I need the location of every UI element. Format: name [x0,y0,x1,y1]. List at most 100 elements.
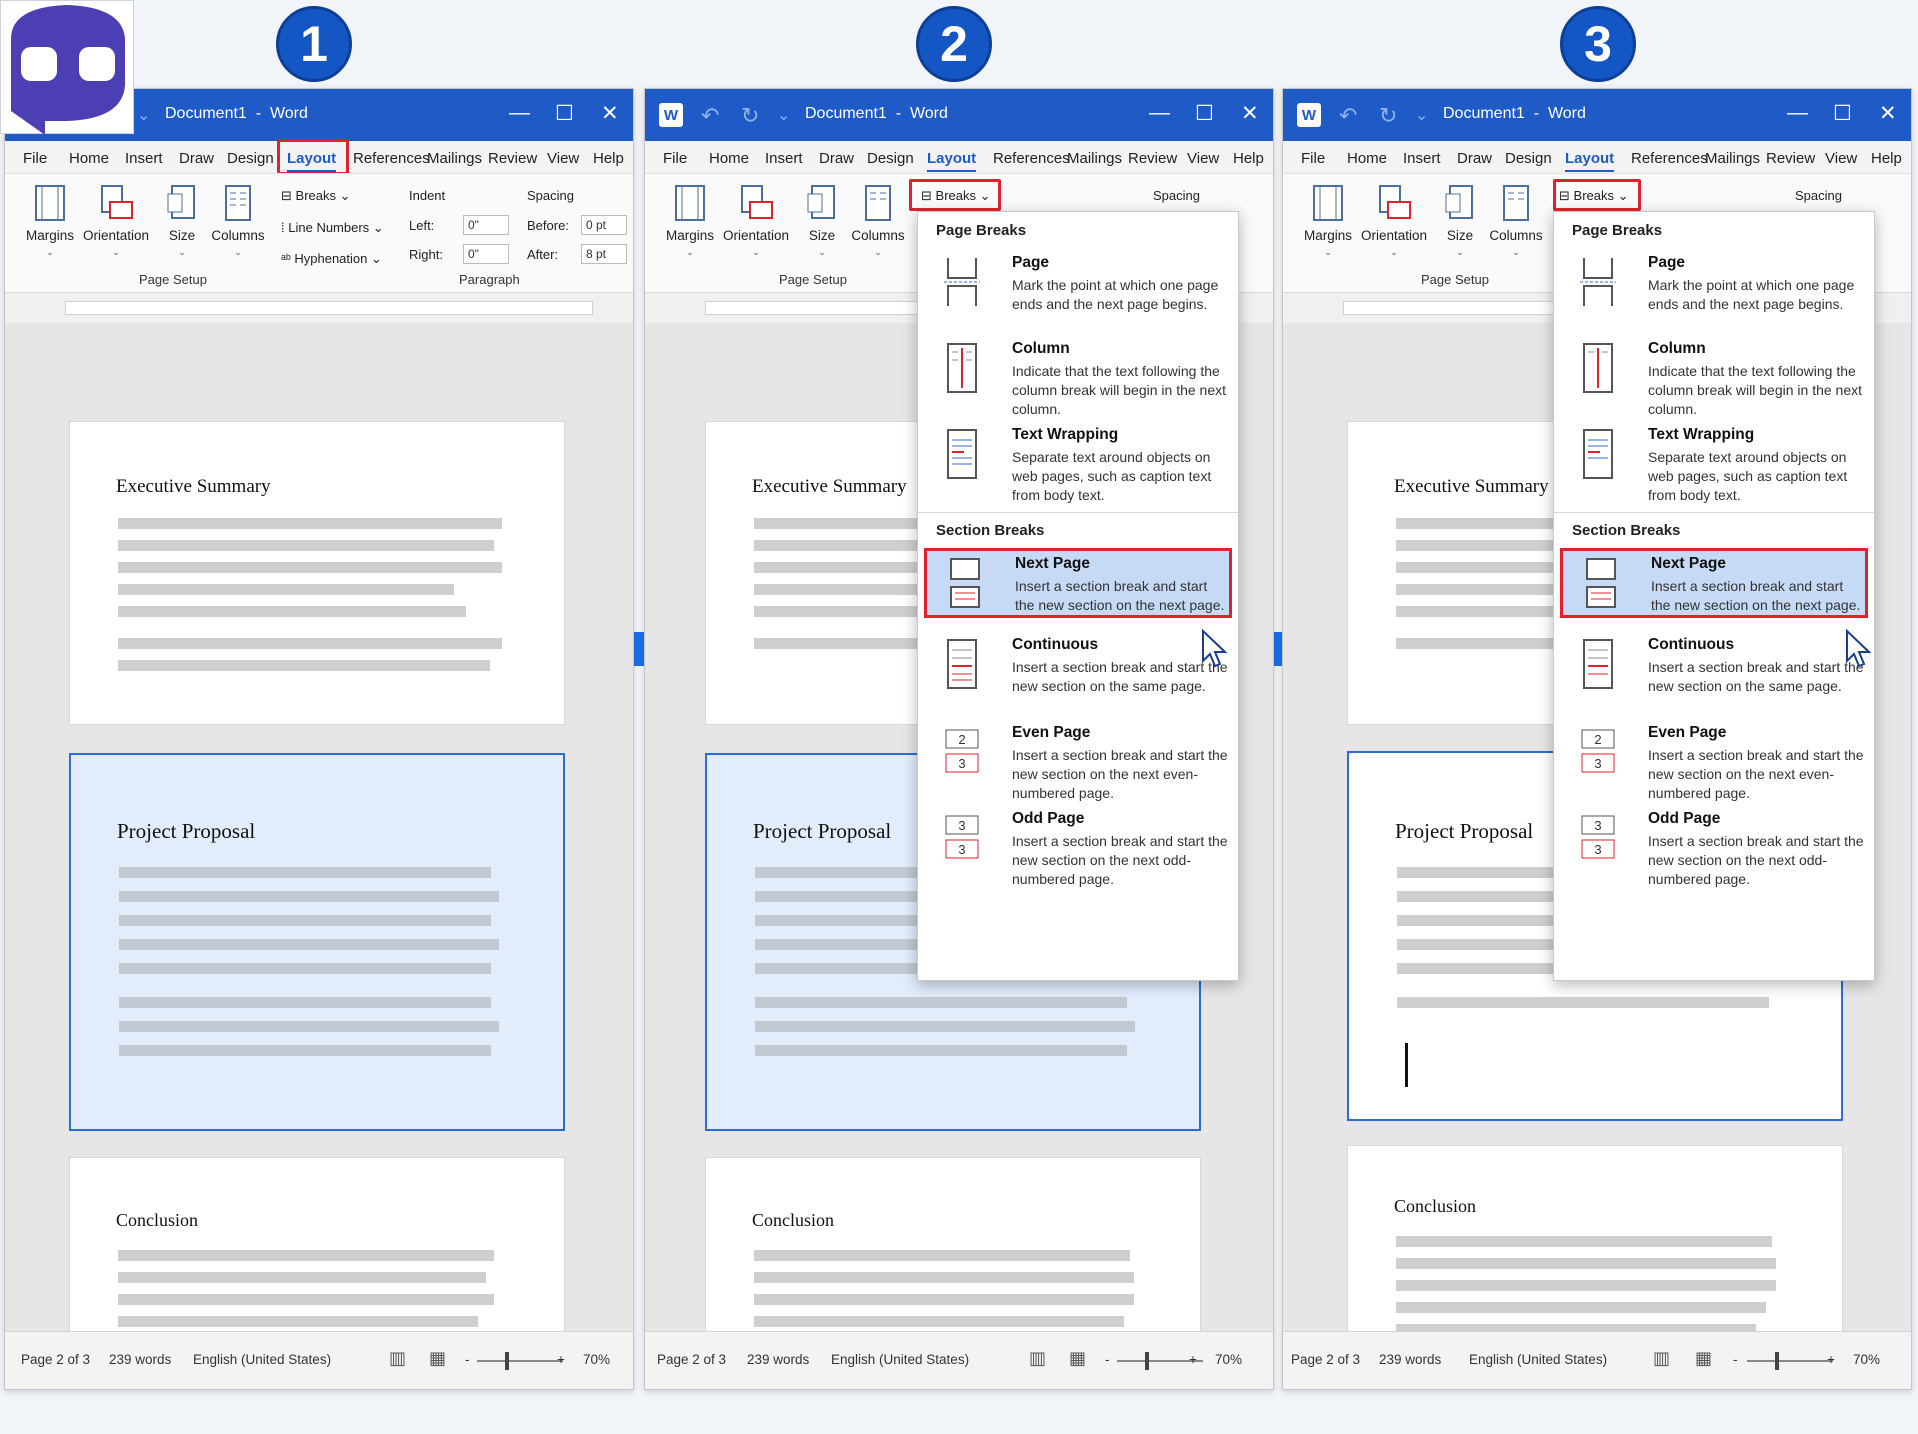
tab-draw[interactable]: Draw [819,150,854,167]
tab-design[interactable]: Design [867,150,914,167]
menu-item-column-break[interactable]: Column Indicate that the text following … [1560,336,1868,424]
zoom-slider[interactable] [1747,1360,1833,1362]
spacing-before-input[interactable]: 0 pt [581,215,627,235]
zoom-in-button[interactable]: + [1827,1352,1835,1367]
margins-button[interactable]: Margins ⌄ [657,184,723,258]
tab-home[interactable]: Home [709,150,749,167]
orientation-button[interactable]: Orientation ⌄ [1361,184,1427,258]
tab-mailings[interactable]: Mailings [1705,150,1760,167]
menu-item-page-break[interactable]: Page Mark the point at which one page en… [1560,250,1868,330]
menu-item-text-wrapping-break[interactable]: Text Wrapping Separate text around objec… [924,422,1232,510]
zoom-out-button[interactable]: - [1733,1352,1738,1367]
tab-mailings[interactable]: Mailings [1067,150,1122,167]
tab-design[interactable]: Design [1505,150,1552,167]
orientation-button[interactable]: Orientation ⌄ [723,184,789,258]
menu-item-odd-page[interactable]: 33 Odd Page Insert a section break and s… [924,806,1232,894]
minimize-button[interactable]: — [509,101,530,125]
zoom-in-button[interactable]: + [557,1352,565,1367]
tab-draw[interactable]: Draw [1457,150,1492,167]
menu-item-text-wrapping-break[interactable]: Text Wrapping Separate text around objec… [1560,422,1868,510]
menu-item-even-page[interactable]: 23 Even Page Insert a section break and … [924,720,1232,808]
tab-view[interactable]: View [1825,150,1857,167]
breaks-button[interactable]: ⊟ Breaks ⌄ [281,188,351,204]
tab-layout[interactable]: Layout [1565,150,1615,172]
minimize-button[interactable]: — [1149,101,1170,125]
zoom-slider[interactable] [477,1360,563,1362]
web-layout-icon[interactable]: ▦ [1069,1348,1086,1369]
tab-file[interactable]: File [663,150,687,167]
word-count[interactable]: 239 words [747,1352,809,1367]
word-count[interactable]: 239 words [1379,1352,1441,1367]
tab-help[interactable]: Help [1871,150,1902,167]
print-layout-icon[interactable]: ▥ [389,1348,406,1369]
word-count[interactable]: 239 words [109,1352,171,1367]
redo-icon[interactable]: ↻ [1379,103,1397,129]
tab-references[interactable]: References [1631,150,1708,167]
menu-item-next-page[interactable]: Next Page Insert a section break and sta… [1560,548,1868,618]
close-button[interactable]: ✕ [1241,101,1259,126]
tab-references[interactable]: References [353,150,430,167]
tab-help[interactable]: Help [593,150,624,167]
language-indicator[interactable]: English (United States) [193,1352,331,1367]
web-layout-icon[interactable]: ▦ [429,1348,446,1369]
undo-icon[interactable]: ↶ [701,103,719,129]
tab-help[interactable]: Help [1233,150,1264,167]
tab-view[interactable]: View [547,150,579,167]
menu-item-continuous[interactable]: Continuous Insert a section break and st… [924,632,1232,712]
tab-design[interactable]: Design [227,150,274,167]
customize-quick-access-icon[interactable]: ⌄ [137,105,150,125]
menu-item-continuous[interactable]: Continuous Insert a section break and st… [1560,632,1868,712]
menu-item-even-page[interactable]: 23 Even Page Insert a section break and … [1560,720,1868,808]
zoom-out-button[interactable]: - [465,1352,470,1367]
zoom-out-button[interactable]: - [1105,1352,1110,1367]
zoom-level[interactable]: 70% [1215,1352,1242,1367]
line-numbers-button[interactable]: ⁞ Line Numbers ⌄ [281,220,384,236]
indent-left-input[interactable]: 0" [463,215,509,235]
page-executive-summary[interactable]: Executive Summary [69,421,565,725]
indent-right-input[interactable]: 0" [463,244,509,264]
orientation-button[interactable]: Orientation ⌄ [83,184,149,258]
zoom-slider-thumb[interactable] [1145,1352,1149,1370]
tab-layout[interactable]: Layout [927,150,977,172]
maximize-button[interactable]: ☐ [555,101,574,126]
menu-item-next-page[interactable]: Next Page Insert a section break and sta… [924,548,1232,618]
menu-item-odd-page[interactable]: 33 Odd Page Insert a section break and s… [1560,806,1868,894]
tab-view[interactable]: View [1187,150,1219,167]
tab-mailings[interactable]: Mailings [427,150,482,167]
language-indicator[interactable]: English (United States) [831,1352,969,1367]
redo-icon[interactable]: ↻ [741,103,759,129]
margins-button[interactable]: Margins ⌄ [1295,184,1361,258]
columns-button[interactable]: Columns ⌄ [205,184,271,258]
zoom-slider-thumb[interactable] [1775,1352,1779,1370]
tab-insert[interactable]: Insert [765,150,803,167]
tab-insert[interactable]: Insert [1403,150,1441,167]
tab-review[interactable]: Review [1128,150,1177,167]
hyphenation-button[interactable]: ᵃᵇ Hyphenation ⌄ [281,251,382,267]
close-button[interactable]: ✕ [601,101,619,126]
tab-review[interactable]: Review [488,150,537,167]
language-indicator[interactable]: English (United States) [1469,1352,1607,1367]
customize-quick-access-icon[interactable]: ⌄ [1415,105,1428,125]
undo-icon[interactable]: ↶ [1339,103,1357,129]
web-layout-icon[interactable]: ▦ [1695,1348,1712,1369]
tab-draw[interactable]: Draw [179,150,214,167]
tab-references[interactable]: References [993,150,1070,167]
tab-home[interactable]: Home [69,150,109,167]
columns-button[interactable]: Columns ⌄ [1483,184,1549,258]
page-project-proposal[interactable]: Project Proposal [69,753,565,1131]
zoom-level[interactable]: 70% [583,1352,610,1367]
tab-file[interactable]: File [23,150,47,167]
zoom-in-button[interactable]: + [1189,1352,1197,1367]
maximize-button[interactable]: ☐ [1833,101,1852,126]
print-layout-icon[interactable]: ▥ [1653,1348,1670,1369]
close-button[interactable]: ✕ [1879,101,1897,126]
tab-insert[interactable]: Insert [125,150,163,167]
margins-button[interactable]: Margins ⌄ [17,184,83,258]
menu-item-page-break[interactable]: Page Mark the point at which one page en… [924,250,1232,330]
maximize-button[interactable]: ☐ [1195,101,1214,126]
customize-quick-access-icon[interactable]: ⌄ [777,105,790,125]
tab-home[interactable]: Home [1347,150,1387,167]
zoom-level[interactable]: 70% [1853,1352,1880,1367]
zoom-slider-thumb[interactable] [505,1352,509,1370]
spacing-after-input[interactable]: 8 pt [581,244,627,264]
